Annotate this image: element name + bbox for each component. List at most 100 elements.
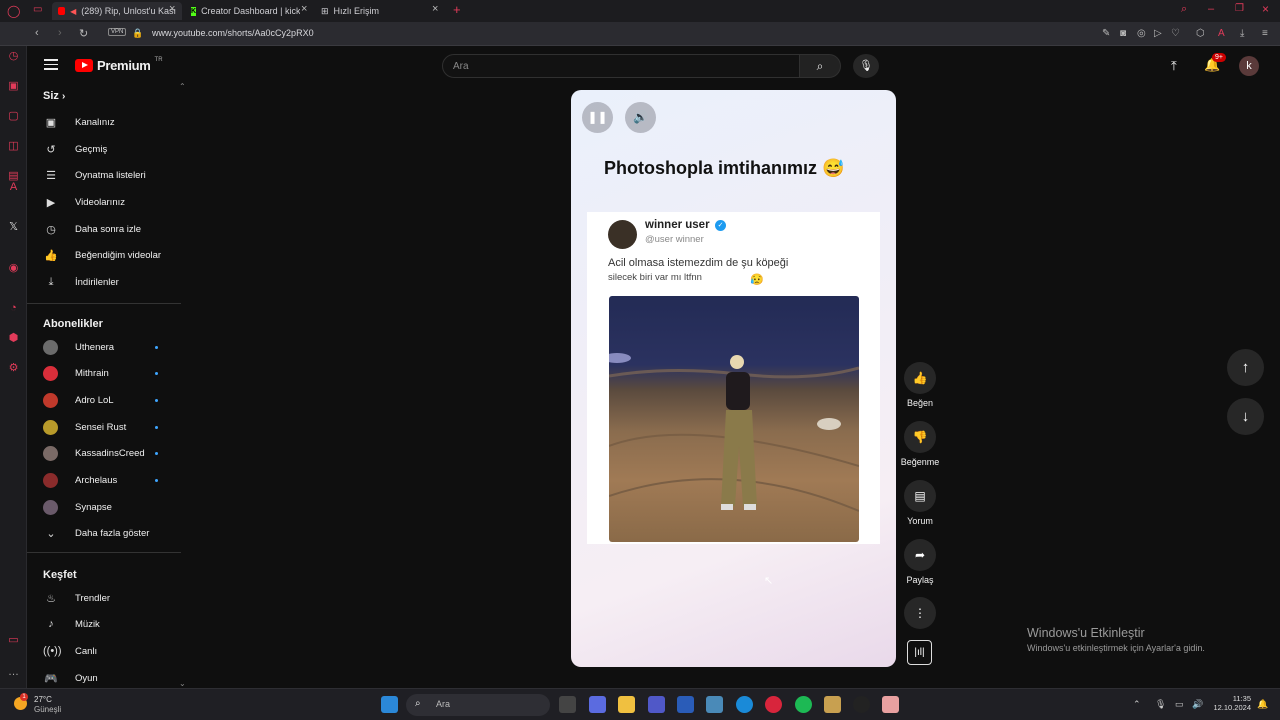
subscription-item[interactable]: Archelaus — [43, 470, 183, 490]
tray-volume-icon[interactable]: 🔊 — [1192, 699, 1203, 710]
search-input[interactable]: Ara — [442, 54, 800, 78]
spotify-icon[interactable] — [795, 696, 812, 713]
reload-icon[interactable]: ↻ — [79, 27, 88, 40]
photos-icon[interactable] — [706, 696, 723, 713]
scroll-down-icon[interactable]: ⌄ — [179, 679, 186, 688]
more-icon[interactable]: … — [7, 666, 20, 679]
tab-quick-access[interactable]: ⊞ Hızlı Erişim — [315, 2, 425, 20]
subscription-item[interactable]: Mithrain — [43, 363, 183, 383]
sidebar-item-liked[interactable]: 👍 Beğendiğim videolar — [43, 245, 183, 265]
history-sidebar-icon[interactable]: ◔ — [7, 302, 20, 315]
start-windows-icon[interactable] — [381, 696, 398, 713]
settings-icon[interactable]: ⚙ — [7, 362, 20, 375]
sidebar-item-playlists[interactable]: ☰ Oynatma listeleri — [43, 165, 183, 185]
sidebar-item-trending[interactable]: ♨ Trendler — [43, 588, 183, 608]
restore-icon[interactable]: ❐ — [1235, 3, 1244, 14]
bag-icon[interactable]: ▣ — [7, 80, 20, 93]
previous-short-button[interactable]: ↑ — [1227, 349, 1264, 386]
tracker-icon[interactable]: ◎ — [1137, 28, 1146, 39]
url-field[interactable]: www.youtube.com/shorts/Aa0cCy2pRX0 — [152, 28, 314, 38]
back-icon[interactable]: ‹ — [35, 27, 39, 39]
aria-sidebar-icon[interactable]: A — [7, 181, 20, 194]
taskbar-search-input[interactable]: ⌕ Ara — [406, 694, 550, 716]
subscription-item[interactable]: Uthenera — [43, 337, 183, 357]
close-tab-icon[interactable]: × — [169, 3, 175, 15]
sidebar-item-gaming[interactable]: 🎮 Oyun — [43, 668, 183, 688]
close-tab-icon[interactable]: × — [432, 3, 438, 15]
workspace-icon[interactable]: ▭ — [33, 4, 42, 15]
youtube-header: Premium TR Ara ⌕ 🎙 ⤒ 🔔 9+ k — [27, 46, 1280, 88]
youtube-premium-logo[interactable]: Premium TR — [75, 57, 163, 73]
file-explorer-icon[interactable] — [618, 696, 635, 713]
camera-icon[interactable]: ◙ — [1120, 28, 1126, 39]
clock[interactable]: 11:35 12.10.2024 — [1207, 694, 1251, 712]
sidebar-item-channel[interactable]: ▣ Kanalınız — [43, 112, 183, 132]
aria-icon[interactable]: A — [1218, 28, 1225, 39]
search-tabs-icon[interactable]: ⌕ — [1181, 3, 1187, 16]
sidebar-item-live[interactable]: ((•)) Canlı — [43, 641, 183, 661]
dislike-button[interactable]: 👎 Beğenme — [901, 421, 939, 467]
notification-center-icon[interactable]: 🔔 — [1257, 699, 1268, 710]
tray-chevron-icon[interactable]: ⌃ — [1133, 699, 1141, 710]
menu-icon[interactable]: ≡ — [1262, 28, 1268, 39]
minimize-icon[interactable]: – — [1208, 3, 1214, 15]
heart-icon[interactable]: ♡ — [1171, 28, 1180, 39]
edit-icon[interactable]: ✎ — [1102, 28, 1110, 39]
more-options-button[interactable]: ⋮ — [904, 597, 936, 629]
steam-icon[interactable] — [853, 696, 870, 713]
next-short-button[interactable]: ↓ — [1227, 398, 1264, 435]
section-you-heading[interactable]: Siz › — [43, 90, 65, 102]
subscription-item[interactable]: Sensei Rust — [43, 417, 183, 437]
short-video-player[interactable]: ❚❚ 🔊 Photoshopla imtihanımız 😅 winner us… — [571, 90, 896, 667]
download-icon[interactable]: ⤓ — [1240, 28, 1244, 39]
twitch-icon[interactable]: ▢ — [7, 110, 20, 123]
copilot-icon[interactable] — [589, 696, 606, 713]
speed-dial-icon[interactable]: ◷ — [7, 50, 20, 63]
subscription-item[interactable]: Synapse — [43, 497, 183, 517]
opera-icon[interactable] — [765, 696, 782, 713]
close-tab-icon[interactable]: × — [301, 3, 307, 15]
tab-kick[interactable]: K Creator Dashboard | kick — [185, 2, 300, 20]
sidebar-item-history[interactable]: ↺ Geçmiş — [43, 139, 183, 159]
sidebar-item-videos[interactable]: ▶ Videolarınız — [43, 192, 183, 212]
lock-icon[interactable]: 🔒 — [132, 28, 143, 39]
subscription-item[interactable]: Adro LoL — [43, 390, 183, 410]
cube-icon[interactable]: ⬢ — [7, 332, 20, 345]
subscription-item[interactable]: KassadinsCreed — [43, 443, 183, 463]
tab-youtube[interactable]: ◀ (289) Rip, Unlost'u Kası — [52, 2, 182, 20]
tray-network-icon[interactable]: ▭ — [1175, 699, 1184, 710]
vpn-badge[interactable]: VPN — [108, 28, 127, 36]
sidebar-item-watch-later[interactable]: ◷ Daha sonra izle — [43, 219, 183, 239]
new-tab-icon[interactable]: + — [453, 2, 461, 17]
play-icon[interactable]: ▷ — [1154, 28, 1162, 39]
box-icon[interactable]: ⬡ — [1196, 28, 1205, 39]
scroll-up-icon[interactable]: ⌃ — [179, 82, 186, 91]
league-icon[interactable] — [824, 696, 841, 713]
sidebar-item-downloads[interactable]: ⤓ İndirilenler — [43, 272, 183, 292]
app-icon[interactable] — [882, 696, 899, 713]
x-icon[interactable]: 𝕏 — [7, 221, 20, 234]
upload-icon[interactable]: ⤒ — [1171, 58, 1177, 74]
instagram-icon[interactable]: ◫ — [7, 140, 20, 153]
music-player-icon[interactable]: ◉ — [7, 262, 20, 275]
search-button[interactable]: ⌕ — [799, 54, 841, 78]
forward-icon[interactable]: › — [58, 27, 62, 39]
tray-mic-icon[interactable]: 🎙 — [1155, 699, 1166, 710]
wallet-icon[interactable]: ▭ — [7, 634, 20, 647]
sound-button[interactable]: |ıl| — [907, 640, 932, 665]
like-button[interactable]: 👍 Beğen — [904, 362, 936, 408]
volume-button[interactable]: 🔊 — [625, 102, 656, 133]
avatar[interactable]: k — [1239, 56, 1259, 76]
show-more-button[interactable]: ⌄ Daha fazla göster — [43, 523, 183, 543]
share-button[interactable]: ➦ Paylaş — [904, 539, 936, 585]
voice-search-button[interactable]: 🎙 — [853, 54, 879, 78]
opera-logo-icon[interactable]: ◯ — [7, 4, 20, 18]
comment-button[interactable]: ▤ Yorum — [904, 480, 936, 526]
task-view-icon[interactable] — [559, 696, 576, 713]
close-window-icon[interactable]: × — [1262, 2, 1269, 16]
edge-icon[interactable] — [736, 696, 753, 713]
sidebar-item-music[interactable]: ♪ Müzik — [43, 614, 183, 634]
store-icon[interactable] — [677, 696, 694, 713]
pause-button[interactable]: ❚❚ — [582, 102, 613, 133]
teams-icon[interactable] — [648, 696, 665, 713]
